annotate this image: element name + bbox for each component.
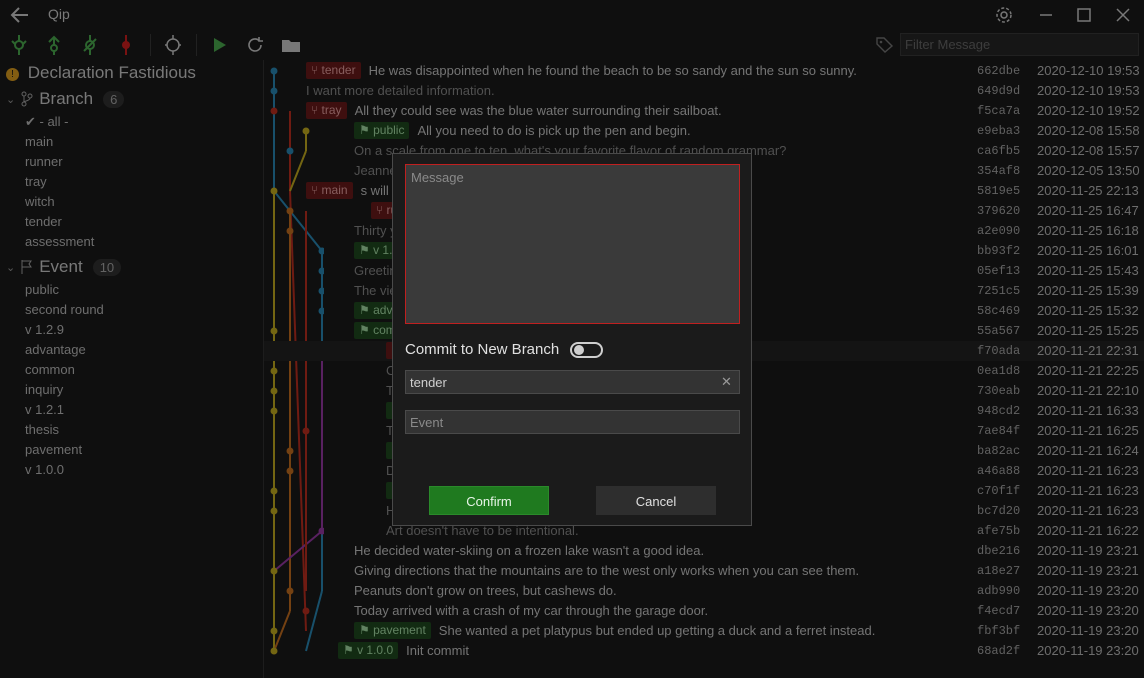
- event-input[interactable]: [405, 410, 740, 434]
- commit-message-textarea[interactable]: [405, 164, 740, 324]
- new-branch-toggle[interactable]: [570, 342, 603, 358]
- branch-name-input[interactable]: [405, 370, 740, 394]
- new-branch-label: Commit to New Branch: [405, 341, 560, 358]
- toggle-knob: [574, 345, 584, 355]
- cancel-button[interactable]: Cancel: [596, 486, 716, 515]
- commit-dialog: Commit to New Branch ✕ Confirm Cancel: [392, 153, 752, 526]
- clear-x-icon[interactable]: ✕: [721, 375, 733, 389]
- confirm-button[interactable]: Confirm: [429, 486, 549, 515]
